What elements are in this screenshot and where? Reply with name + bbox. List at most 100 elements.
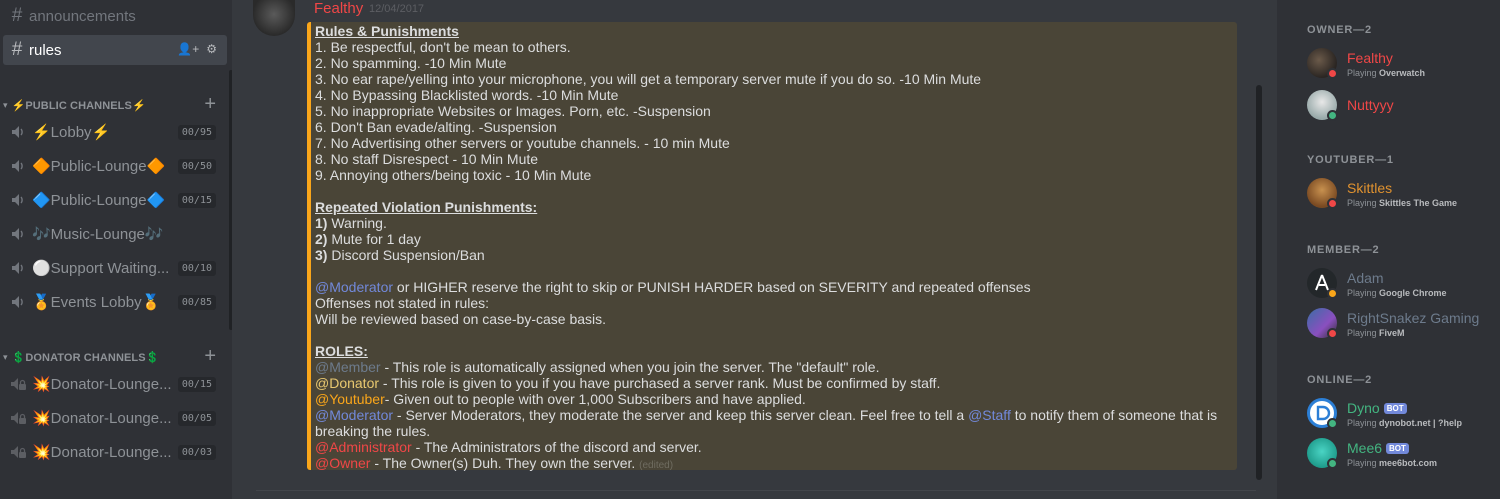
- role-line: @Youtuber- Given out to people with over…: [315, 391, 806, 407]
- locked-voice-channel[interactable]: 💥Donator-Lounge... 00/05: [8, 405, 222, 431]
- user-limit-badge: 00/95: [177, 125, 216, 140]
- staff-mention[interactable]: @Staff: [968, 407, 1011, 423]
- member-item[interactable]: Skittles Playing Skittles The Game: [1307, 174, 1497, 214]
- idle-status-icon: [1327, 288, 1338, 299]
- member-name: RightSnakez Gaming: [1347, 310, 1480, 326]
- role-line: @Member - This role is automatically ass…: [315, 359, 880, 375]
- member-name: Adam: [1347, 270, 1384, 286]
- voice-channel-name: ⚪Support Waiting...: [32, 260, 170, 277]
- role-line: breaking the rules.: [315, 423, 431, 439]
- member-activity: Playing Skittles The Game: [1347, 198, 1458, 208]
- member-item[interactable]: Dyno BOT Playing dynobot.net | ?help: [1307, 394, 1497, 434]
- punishment-line: 1) Warning.: [315, 215, 387, 231]
- rule-line: 1. Be respectful, don't be mean to other…: [315, 39, 571, 55]
- message-author[interactable]: Fealthy: [314, 0, 363, 17]
- member-activity: Playing Overwatch: [1347, 68, 1426, 78]
- locked-speaker-icon: [11, 378, 26, 390]
- voice-channel-name: ⚡Lobby⚡: [32, 124, 111, 141]
- voice-channel-name: 🔷Public-Lounge🔷: [32, 192, 166, 209]
- locked-voice-channel[interactable]: 💥Donator-Lounge... 00/15: [8, 371, 222, 397]
- speaker-icon: [12, 126, 23, 138]
- rule-line: 4. No Bypassing Blacklisted words. -10 M…: [315, 87, 619, 103]
- voice-channel-name: 💥Donator-Lounge...: [32, 410, 172, 427]
- channel-name: rules: [29, 41, 62, 59]
- owner-mention[interactable]: @Owner: [315, 455, 370, 471]
- member-name: Nuttyyy: [1347, 97, 1394, 113]
- speaker-icon: [12, 160, 23, 172]
- rule-line: 2. No spamming. -10 Min Mute: [315, 55, 507, 71]
- voice-channel-name: 🏅Events Lobby🏅: [32, 294, 161, 311]
- user-limit-badge: 00/15: [177, 193, 216, 208]
- add-channel-icon[interactable]: +: [204, 345, 216, 368]
- hash-icon: #: [11, 39, 23, 60]
- donator-mention[interactable]: @Donator: [315, 375, 379, 391]
- role-line: @Donator - This role is given to you if …: [315, 375, 941, 391]
- hash-icon: #: [11, 5, 23, 26]
- category-public-channels[interactable]: ▾ ⚡PUBLIC CHANNELS⚡ +: [3, 93, 225, 116]
- edited-label: (edited): [639, 460, 674, 471]
- rule-line: 6. Don't Ban evade/alting. -Suspension: [315, 119, 557, 135]
- repeat-heading: Repeated Violation Punishments:: [315, 199, 538, 215]
- administrator-mention[interactable]: @Administrator: [315, 439, 412, 455]
- moderator-notice: @Moderator or HIGHER reserve the right t…: [315, 279, 1031, 295]
- chevron-down-icon: ▾: [3, 99, 8, 110]
- speaker-icon: [12, 228, 23, 240]
- member-item[interactable]: Adam Playing Google Chrome: [1307, 264, 1497, 304]
- channel-rules[interactable]: # rules 👤+ ⚙: [3, 35, 227, 65]
- member-group-header: OWNER—2: [1307, 24, 1372, 36]
- locked-voice-channel[interactable]: 💥Donator-Lounge... 00/03: [8, 439, 222, 465]
- member-mention[interactable]: @Member: [315, 359, 381, 375]
- user-limit-badge: 00/10: [177, 261, 216, 276]
- online-status-icon: [1327, 418, 1338, 429]
- online-status-icon: [1327, 110, 1338, 121]
- rule-line: 8. No staff Disrespect - 10 Min Mute: [315, 151, 539, 167]
- user-limit-badge: 00/85: [177, 295, 216, 310]
- dnd-status-icon: [1327, 328, 1338, 339]
- speaker-icon: [12, 296, 23, 308]
- voice-channel[interactable]: ⚪Support Waiting... 00/10: [8, 255, 222, 281]
- voice-channel-name: 💥Donator-Lounge...: [32, 376, 172, 393]
- member-group-header: ONLINE—2: [1307, 374, 1373, 386]
- member-activity: Playing FiveM: [1347, 328, 1405, 338]
- dnd-status-icon: [1327, 198, 1338, 209]
- bot-badge: BOT: [1386, 443, 1409, 454]
- voice-channel[interactable]: ⚡Lobby⚡ 00/95: [8, 119, 222, 145]
- role-line: @Moderator - Server Moderators, they mod…: [315, 407, 1218, 423]
- dnd-status-icon: [1327, 68, 1338, 79]
- moderator-mention[interactable]: @Moderator: [315, 407, 393, 423]
- voice-channel-name: 🎶Music-Lounge🎶: [32, 226, 164, 243]
- voice-channel[interactable]: 🏅Events Lobby🏅 00/85: [8, 289, 222, 315]
- add-channel-icon[interactable]: +: [204, 93, 216, 116]
- member-item[interactable]: Nuttyyy: [1307, 86, 1497, 126]
- voice-channel[interactable]: 🔶Public-Lounge🔶 00/50: [8, 153, 222, 179]
- voice-channel-name: 💥Donator-Lounge...: [32, 444, 172, 461]
- member-item[interactable]: Mee6 BOT Playing mee6bot.com: [1307, 434, 1497, 474]
- voice-channel[interactable]: 🎶Music-Lounge🎶: [8, 221, 222, 247]
- message-timestamp: 12/04/2017: [369, 3, 425, 15]
- user-limit-badge: 00/50: [177, 159, 216, 174]
- invite-icon[interactable]: 👤+: [177, 42, 199, 56]
- rule-line: 9. Annoying others/being toxic - 10 Min …: [315, 167, 592, 183]
- category-label: 💲DONATOR CHANNELS💲: [11, 351, 160, 364]
- moderator-mention[interactable]: @Moderator: [315, 279, 393, 295]
- category-label: ⚡PUBLIC CHANNELS⚡: [11, 99, 146, 112]
- gear-icon[interactable]: ⚙: [206, 42, 217, 56]
- chat-scrollbar[interactable]: [1256, 85, 1262, 480]
- member-name: Dyno BOT: [1347, 400, 1407, 416]
- offenses-line: Offenses not stated in rules:: [315, 295, 490, 311]
- rule-line: 7. No Advertising other servers or youtu…: [315, 135, 730, 151]
- member-item[interactable]: RightSnakez Gaming Playing FiveM: [1307, 304, 1497, 344]
- voice-channel[interactable]: 🔷Public-Lounge🔷 00/15: [8, 187, 222, 213]
- speaker-icon: [12, 262, 23, 274]
- roles-heading: ROLES:: [315, 343, 368, 359]
- channel-announcements[interactable]: # announcements: [3, 1, 227, 31]
- speaker-icon: [12, 194, 23, 206]
- user-limit-badge: 00/15: [177, 377, 216, 392]
- channel-name: announcements: [29, 7, 136, 25]
- member-item[interactable]: Fealthy Playing Overwatch: [1307, 44, 1497, 84]
- rules-embed: Rules & Punishments 1. Be respectful, do…: [307, 22, 1237, 471]
- author-avatar[interactable]: [253, 0, 295, 36]
- locked-speaker-icon: [11, 446, 26, 458]
- youtuber-mention[interactable]: @Youtuber: [315, 391, 385, 407]
- category-donator-channels[interactable]: ▾ 💲DONATOR CHANNELS💲 +: [3, 345, 225, 368]
